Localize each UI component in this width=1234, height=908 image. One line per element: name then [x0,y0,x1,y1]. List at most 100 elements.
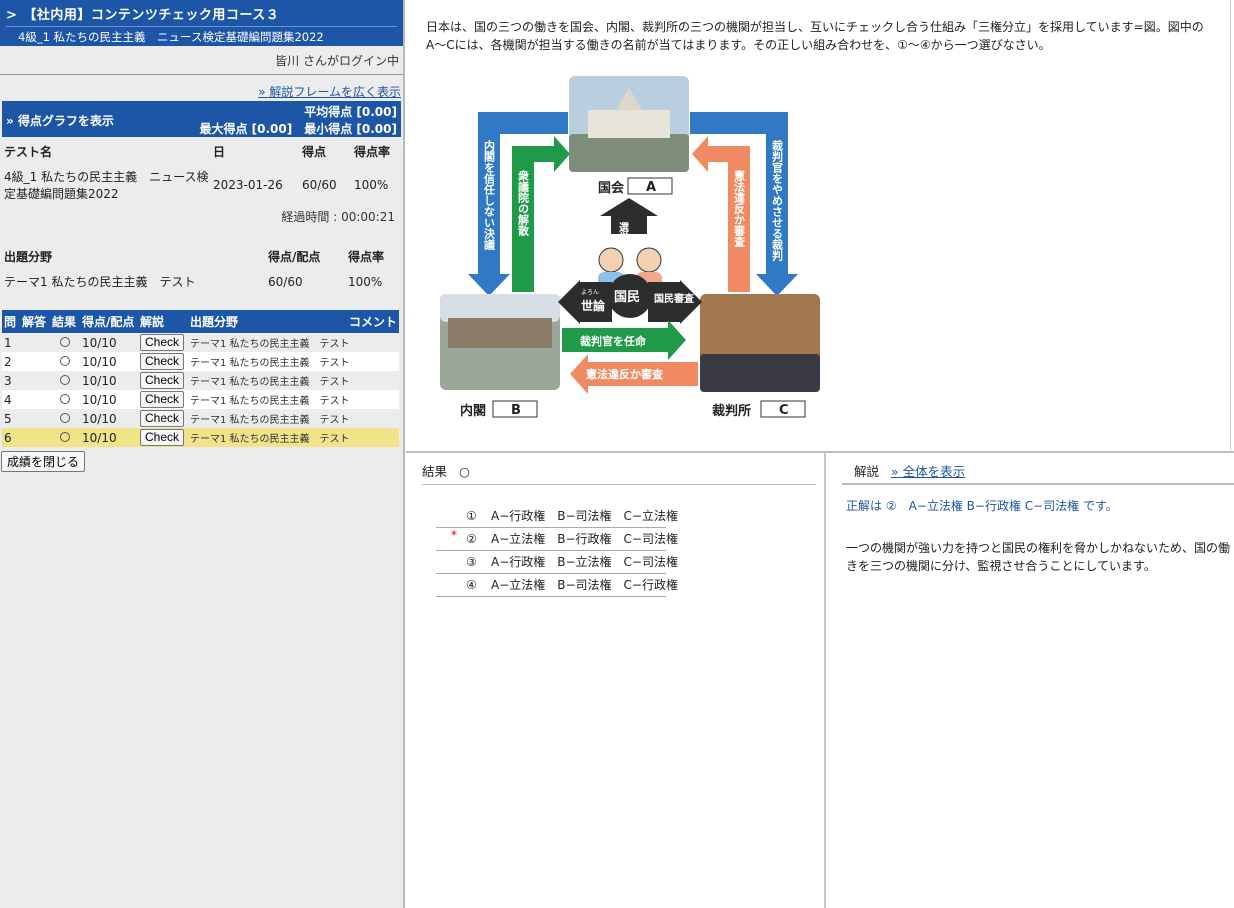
kokkai-box-label: A [646,180,656,195]
table-row[interactable]: 1 10/10 Check テーマ1 私たちの民主主義 テスト [2,333,399,352]
result-label: 結果 [422,464,448,479]
col-score: 得点 [302,145,327,159]
kokkai-building [588,110,670,138]
login-status: 皆川 さんがログイン中 [275,54,399,68]
result-circle-icon [60,336,70,347]
q-score: 10/10 [80,352,138,371]
bottom-orange-text: 憲法違反か審査 [585,367,663,381]
col-field: 出題分野 [4,250,53,264]
q-score: 10/10 [80,428,138,447]
q-no: 1 [2,333,20,352]
col-q-comment: コメント [345,310,399,333]
course-arrow: > [6,8,18,23]
score-graph-link[interactable]: » 得点グラフを表示 [6,112,114,129]
list-item: ④ A−立法権 B−司法権 C−行政権 [436,574,678,597]
left-outer-text: 内閣を信任しない決議 [483,139,497,251]
col-test-name: テスト名 [4,145,53,159]
table-row[interactable]: 5 10/10 Check テーマ1 私たちの民主主義 テスト [2,409,399,428]
q-no: 6 [2,428,20,447]
explanation-pane: 解説 » 全体を表示 正解は ② A−立法権 B−行政権 C−司法権 です。 一… [826,453,1234,908]
result-circle-icon [60,355,70,366]
figure-svg: 国会 A 内閣 B 裁判所 C 内閣を信任しない決議 衆議院の解散 憲法違反か審… [440,76,820,419]
q-score: 10/10 [80,333,138,352]
q-no: 3 [2,371,20,390]
table-row-selected[interactable]: 6 10/10 Check テーマ1 私たちの民主主義 テスト [2,428,399,447]
list-item: ① A−行政権 B−司法権 C−立法権 [436,505,678,528]
result-circle-icon [60,393,70,404]
col-q-field: 出題分野 [188,310,345,333]
test-date: 2023-01-26 [213,178,283,192]
check-button[interactable]: Check [140,334,185,351]
elapsed-time: 経過時間 : 00:00:21 [281,210,395,224]
q-no: 2 [2,352,20,371]
choice-number: ① [466,509,477,523]
saibansho-audience [700,354,820,392]
q-no: 4 [2,390,20,409]
shinsa-label: 国民審査 [654,292,695,305]
field-table: 出題分野 得点/配点 得点率 テーマ1 私たちの民主主義 テスト 60/60 1… [2,244,401,294]
q-field: テーマ1 私たちの民主主義 テスト [188,409,399,428]
naikaku-label: 内閣 [460,403,486,419]
saibansho-box-label: C [779,403,789,418]
check-button[interactable]: Check [140,372,185,389]
choice-text: A−立法権 B−行政権 C−司法権 [491,532,678,546]
col-q-score: 得点/配点 [80,310,138,333]
check-button[interactable]: Check [140,410,185,427]
choice-list: ① A−行政権 B−司法権 C−立法権 * ② A−立法権 B−行政権 C−司法… [436,505,678,597]
question-text: 日本は、国の三つの働きを国会、内閣、裁判所の三つの機関が担当し、互いにチェックし… [426,20,1204,52]
q-field: テーマ1 私たちの民主主義 テスト [188,428,399,447]
col-q-no: 問 [2,310,20,333]
kokkai-label: 国会 [598,180,625,196]
q-field: テーマ1 私たちの民主主義 テスト [188,390,399,409]
naikaku-building [448,318,552,348]
yoron-arrowhead [558,280,580,324]
saibansho-label: 裁判所 [712,403,751,419]
q-no: 5 [2,409,20,428]
choice-text: A−行政権 B−立法権 C−司法権 [491,555,678,569]
list-item: ③ A−行政権 B−立法権 C−司法権 [436,551,678,574]
separation-of-powers-figure: 国会 A 内閣 B 裁判所 C 内閣を信任しない決議 衆議院の解散 憲法違反か審… [438,74,828,427]
field-rate: 100% [348,274,383,289]
choice-number: ② [466,532,477,546]
result-header: 結果 ○ [422,461,816,485]
yoron-ruby: よろん [581,289,599,296]
question-table: 問 解答 結果 得点/配点 解説 出題分野 コメント 1 10/10 Check… [2,310,399,447]
check-button[interactable]: Check [140,429,185,446]
col-q-result: 結果 [50,310,80,333]
right-outer-text: 裁判官をやめさせる裁判 [771,139,784,262]
choice-text: A−行政権 B−司法権 C−立法権 [491,509,678,523]
show-all-link[interactable]: » 全体を表示 [891,464,965,479]
col-q-explain: 解説 [138,310,188,333]
q-score: 10/10 [80,390,138,409]
q-score: 10/10 [80,409,138,428]
col-field-rate: 得点率 [348,250,385,264]
test-rate: 100% [354,178,389,192]
explanation-label: 解説 [854,464,880,479]
q-field: テーマ1 私たちの民主主義 テスト [188,352,399,371]
left-inner-text: 衆議院の解散 [517,169,530,237]
q-field: テーマ1 私たちの民主主義 テスト [188,371,399,390]
test-score: 60/60 [302,178,337,192]
table-row[interactable]: 4 10/10 Check テーマ1 私たちの民主主義 テスト [2,390,399,409]
naikaku-box-label: B [511,403,521,418]
test-name: 4級_1 私たちの民主主義 ニュース検定基礎編問題集2022 [4,170,209,201]
check-button[interactable]: Check [140,353,185,370]
q-field: テーマ1 私たちの民主主義 テスト [188,333,399,352]
explanation-body: 一つの機関が強い力を持つと国民の権利を脅かしかねないため、国の働きを三つの機関に… [846,541,1231,573]
question-pane: 日本は、国の三つの働きを国会、内閣、裁判所の三つの機関が担当し、互いにチェックし… [406,0,1231,450]
correct-answer-text: 正解は ② A−立法権 B−行政権 C−司法権 です。 [846,499,1118,513]
table-row[interactable]: 3 10/10 Check テーマ1 私たちの民主主義 テスト [2,371,399,390]
field-score: 60/60 [268,274,303,289]
yoron-label: 世論 [581,298,606,313]
col-field-score: 得点/配点 [268,250,321,264]
kokkai-photo-ground [569,134,689,172]
close-results-button[interactable]: 成績を閉じる [1,451,86,472]
col-rate: 得点率 [354,145,391,159]
check-button[interactable]: Check [140,391,185,408]
course-title: > 【社内用】コンテンツチェック用コース３ [6,4,397,23]
q-score: 10/10 [80,371,138,390]
wide-explanation-link[interactable]: » 解説フレームを広く表示 [258,85,401,99]
choice-text: A−立法権 B−司法権 C−行政権 [491,578,678,592]
table-row[interactable]: 2 10/10 Check テーマ1 私たちの民主主義 テスト [2,352,399,371]
summary-table: テスト名 日 得点 得点率 4級_1 私たちの民主主義 ニュース検定基礎編問題集… [2,137,401,206]
